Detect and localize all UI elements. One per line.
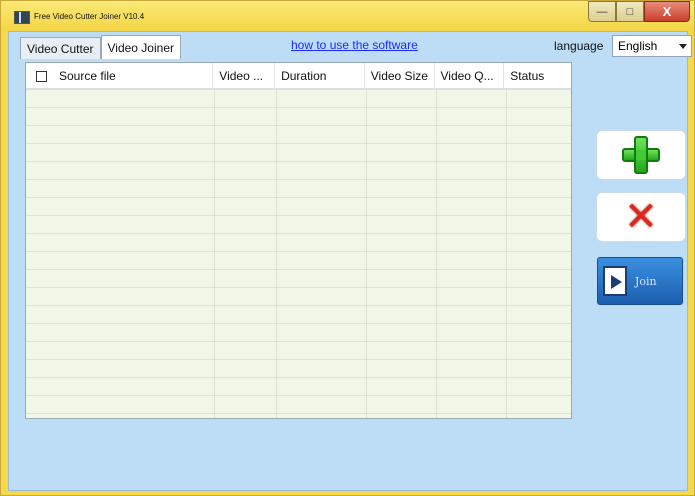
column-divider bbox=[436, 89, 437, 418]
tab-video-cutter[interactable]: Video Cutter bbox=[20, 37, 101, 59]
column-label: Source file bbox=[59, 69, 116, 83]
title-bar[interactable]: Free Video Cutter Joiner V10.4 — □ X bbox=[1, 1, 694, 31]
language-label: language bbox=[554, 39, 604, 53]
plus-icon bbox=[622, 136, 660, 174]
x-icon: ✕ bbox=[624, 194, 658, 240]
join-button[interactable]: Join bbox=[597, 257, 683, 305]
column-divider bbox=[214, 89, 215, 418]
column-header-video[interactable]: Video ... bbox=[213, 63, 276, 89]
column-header-status[interactable]: Status bbox=[504, 63, 571, 89]
chevron-down-icon[interactable] bbox=[679, 44, 687, 49]
help-link[interactable]: how to use the software bbox=[291, 38, 418, 52]
minimize-button[interactable]: — bbox=[588, 1, 616, 22]
close-button[interactable]: X bbox=[644, 1, 690, 22]
column-header-source-file[interactable]: Source file bbox=[26, 63, 214, 89]
column-header-video-size[interactable]: Video Size bbox=[365, 63, 435, 89]
table-header: Source file Video ... Duration Video Siz… bbox=[26, 63, 571, 89]
join-label: Join bbox=[635, 274, 657, 288]
column-divider bbox=[366, 89, 367, 418]
film-join-icon bbox=[603, 266, 627, 296]
remove-file-button[interactable]: ✕ bbox=[596, 192, 686, 242]
tab-video-joiner[interactable]: Video Joiner bbox=[100, 35, 181, 59]
tab-bar: Video Cutter Video Joiner bbox=[20, 35, 181, 59]
select-all-checkbox[interactable] bbox=[36, 70, 47, 82]
app-icon bbox=[14, 11, 30, 24]
window-controls: — □ X bbox=[588, 1, 690, 22]
window-title: Free Video Cutter Joiner V10.4 bbox=[34, 12, 145, 21]
column-header-duration[interactable]: Duration bbox=[275, 63, 365, 89]
table-body[interactable] bbox=[26, 89, 571, 418]
language-selected-value: English bbox=[618, 39, 658, 53]
column-header-video-quality[interactable]: Video Q... bbox=[435, 63, 505, 89]
file-list-table[interactable]: Source file Video ... Duration Video Siz… bbox=[25, 62, 572, 419]
add-file-button[interactable] bbox=[596, 130, 686, 180]
language-select[interactable]: English bbox=[612, 35, 692, 57]
maximize-button[interactable]: □ bbox=[616, 1, 644, 22]
column-divider bbox=[276, 89, 277, 418]
column-divider bbox=[506, 89, 507, 418]
